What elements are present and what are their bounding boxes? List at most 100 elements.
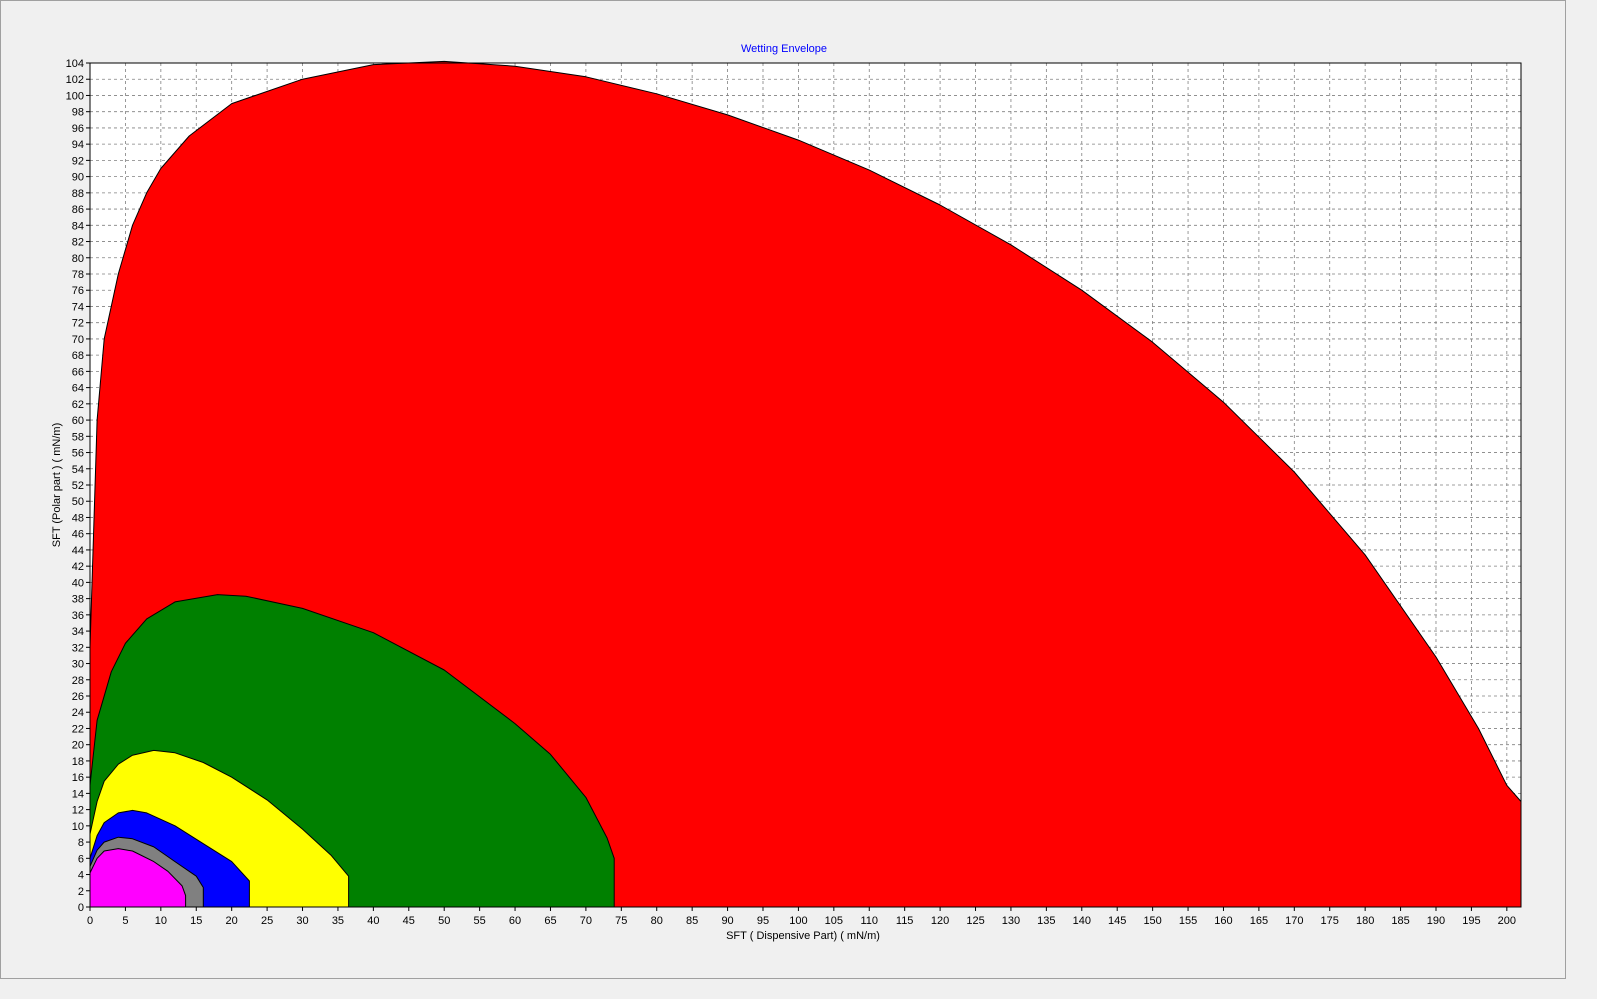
y-tick-label: 82 <box>72 237 84 249</box>
x-tick-label: 20 <box>226 915 238 927</box>
x-tick-label: 185 <box>1391 915 1409 927</box>
y-axis-ticks: 0246810121416182022242628303234363840424… <box>66 58 90 914</box>
y-tick-label: 68 <box>72 350 84 362</box>
x-tick-label: 115 <box>896 915 914 927</box>
y-tick-label: 48 <box>72 512 84 524</box>
y-tick-label: 96 <box>72 123 84 135</box>
y-tick-label: 90 <box>72 172 84 184</box>
y-tick-label: 12 <box>72 805 84 817</box>
y-tick-label: 28 <box>72 675 84 687</box>
x-tick-label: 10 <box>155 915 167 927</box>
y-tick-label: 72 <box>72 318 84 330</box>
x-tick-label: 35 <box>332 915 344 927</box>
x-tick-label: 60 <box>509 915 521 927</box>
y-tick-label: 46 <box>72 529 84 541</box>
x-tick-label: 125 <box>966 915 984 927</box>
x-tick-label: 150 <box>1143 915 1161 927</box>
chart-window: Wetting Envelope 0 5 10 15 20 25 30 35 40 45 50 55 6… <box>0 0 1566 979</box>
x-axis-label: SFT ( Dispensive Part) ( mN/m) <box>726 930 880 942</box>
x-tick-label: 155 <box>1179 915 1197 927</box>
x-tick-label: 190 <box>1427 915 1445 927</box>
x-tick-label: 180 <box>1356 915 1374 927</box>
y-tick-label: 50 <box>72 496 84 508</box>
y-tick-label: 78 <box>72 269 84 281</box>
y-axis-label: SFT (Polar part ) ( mN/m) <box>51 423 63 547</box>
y-tick-label: 76 <box>72 285 84 297</box>
x-tick-label: 140 <box>1073 915 1091 927</box>
y-tick-label: 16 <box>72 772 84 784</box>
wetting-envelope-chart: Wetting Envelope 0 5 10 15 20 25 30 35 40 45 50 55 6… <box>51 43 1522 942</box>
y-tick-label: 62 <box>72 399 84 411</box>
y-tick-label: 94 <box>72 139 84 151</box>
x-tick-label: 160 <box>1214 915 1232 927</box>
y-tick-label: 84 <box>72 220 84 232</box>
x-tick-label: 120 <box>931 915 949 927</box>
x-tick-label: 0 <box>87 915 93 927</box>
y-tick-label: 100 <box>66 90 84 102</box>
x-tick-label: 145 <box>1108 915 1126 927</box>
y-tick-label: 40 <box>72 577 84 589</box>
x-axis-ticks: 0 5 10 15 20 25 30 35 40 45 50 55 60 65 70 75 80 85 90 95 10… <box>87 907 1516 927</box>
y-tick-label: 8 <box>78 837 84 849</box>
x-tick-label: 135 <box>1037 915 1055 927</box>
chart-title: Wetting Envelope <box>741 43 827 55</box>
y-tick-label: 102 <box>66 74 84 86</box>
y-tick-label: 30 <box>72 659 84 671</box>
y-tick-label: 4 <box>78 870 84 882</box>
y-tick-label: 14 <box>72 788 84 800</box>
y-tick-label: 6 <box>78 853 84 865</box>
y-tick-label: 74 <box>72 301 84 313</box>
x-tick-label: 80 <box>651 915 663 927</box>
y-tick-label: 80 <box>72 253 84 265</box>
y-tick-label: 70 <box>72 334 84 346</box>
x-tick-label: 70 <box>580 915 592 927</box>
x-tick-label: 90 <box>721 915 733 927</box>
x-tick-label: 45 <box>403 915 415 927</box>
y-tick-label: 20 <box>72 740 84 752</box>
x-tick-label: 50 <box>438 915 450 927</box>
x-tick-label: 100 <box>789 915 807 927</box>
x-tick-label: 40 <box>367 915 379 927</box>
x-tick-label: 75 <box>615 915 627 927</box>
y-tick-label: 32 <box>72 642 84 654</box>
y-tick-label: 56 <box>72 448 84 460</box>
x-tick-label: 105 <box>825 915 843 927</box>
x-tick-label: 15 <box>190 915 202 927</box>
y-tick-label: 58 <box>72 431 84 443</box>
y-tick-label: 2 <box>78 886 84 898</box>
x-tick-label: 25 <box>261 915 273 927</box>
x-tick-label: 65 <box>544 915 556 927</box>
x-tick-label: 55 <box>474 915 486 927</box>
y-tick-label: 42 <box>72 561 84 573</box>
y-tick-label: 88 <box>72 188 84 200</box>
y-tick-label: 54 <box>72 464 84 476</box>
y-tick-label: 26 <box>72 691 84 703</box>
y-tick-label: 86 <box>72 204 84 216</box>
y-tick-label: 0 <box>78 902 84 914</box>
x-tick-label: 195 <box>1462 915 1480 927</box>
x-tick-label: 5 <box>122 915 128 927</box>
x-tick-label: 170 <box>1285 915 1303 927</box>
y-tick-label: 34 <box>72 626 84 638</box>
x-tick-label: 110 <box>860 915 878 927</box>
y-tick-label: 36 <box>72 610 84 622</box>
y-tick-label: 44 <box>72 545 84 557</box>
y-tick-label: 60 <box>72 415 84 427</box>
y-tick-label: 10 <box>72 821 84 833</box>
x-tick-label: 85 <box>686 915 698 927</box>
y-tick-label: 38 <box>72 594 84 606</box>
y-tick-label: 22 <box>72 723 84 735</box>
y-tick-label: 52 <box>72 480 84 492</box>
x-tick-label: 95 <box>757 915 769 927</box>
y-tick-label: 18 <box>72 756 84 768</box>
x-tick-label: 30 <box>296 915 308 927</box>
y-tick-label: 64 <box>72 383 84 395</box>
y-tick-label: 104 <box>66 58 84 70</box>
y-tick-label: 98 <box>72 107 84 119</box>
x-tick-label: 200 <box>1498 915 1516 927</box>
y-tick-label: 24 <box>72 707 84 719</box>
x-tick-label: 130 <box>1002 915 1020 927</box>
x-tick-label: 165 <box>1250 915 1268 927</box>
y-tick-label: 66 <box>72 366 84 378</box>
y-tick-label: 92 <box>72 155 84 167</box>
